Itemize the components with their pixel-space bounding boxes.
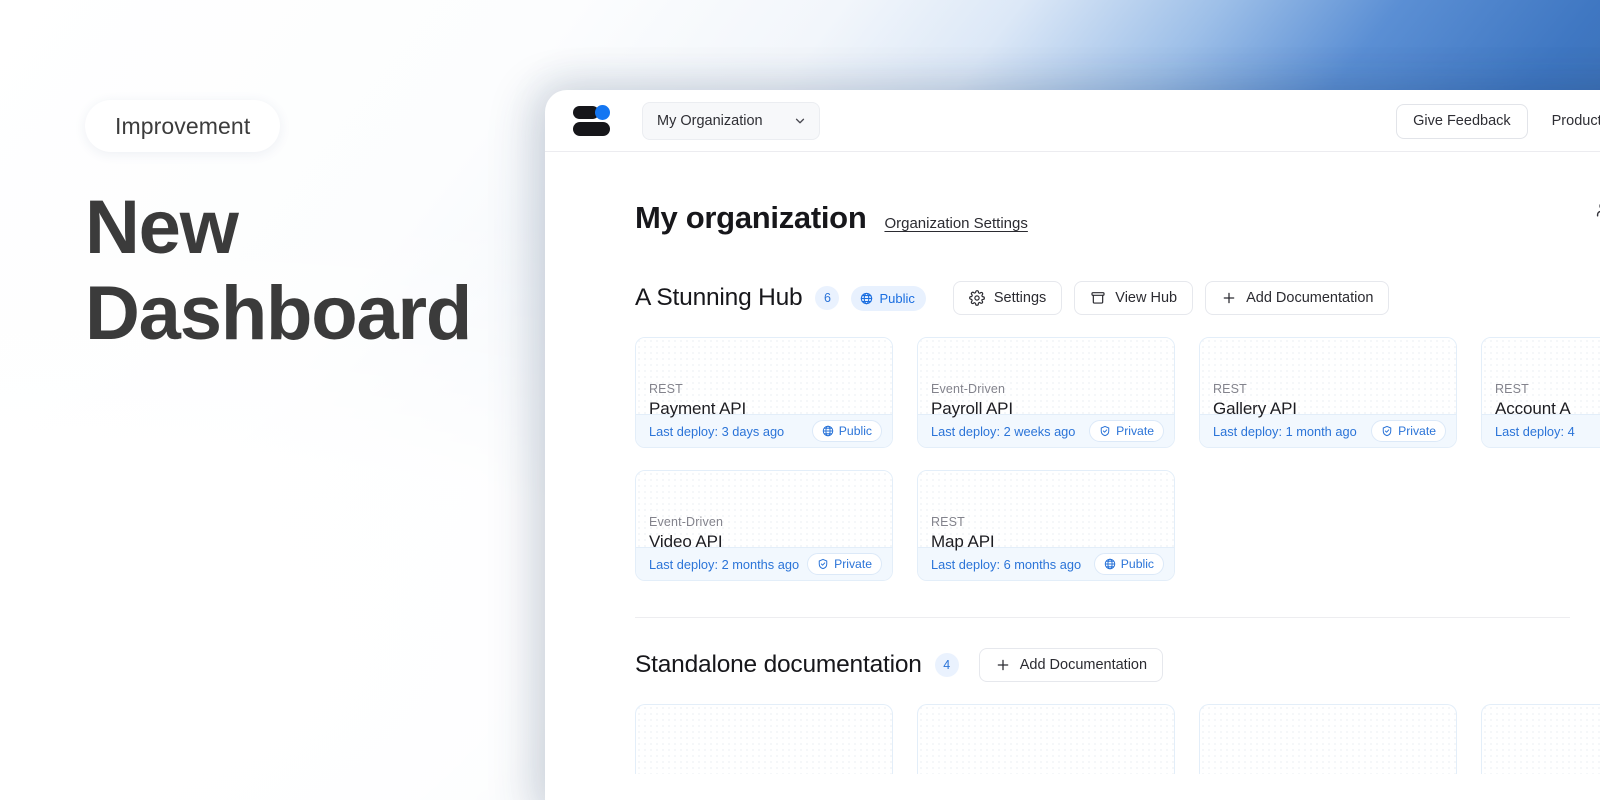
- api-card[interactable]: REST Gallery API Last deploy: 1 month ag…: [1199, 337, 1457, 448]
- api-card-deploy: Last deploy: 4: [1495, 424, 1575, 439]
- standalone-add-documentation-label: Add Documentation: [1020, 657, 1147, 673]
- api-card-kind: Event-Driven: [931, 382, 1174, 396]
- hub-action-buttons: Settings View Hub Add Documentation: [953, 281, 1390, 315]
- api-card[interactable]: REST Payment API Last deploy: 3 days ago…: [635, 337, 893, 448]
- api-card-visibility-label: Private: [1116, 424, 1154, 438]
- api-card-visibility-badge: Public: [1094, 553, 1164, 575]
- promo-headline: New Dashboard: [85, 185, 515, 357]
- globe-icon: [860, 292, 873, 305]
- standalone-action-buttons: Add Documentation: [979, 648, 1163, 682]
- api-card-visibility-label: Public: [839, 424, 872, 438]
- api-card[interactable]: Event-Driven Payroll API Last deploy: 2 …: [917, 337, 1175, 448]
- shield-check-icon: [1099, 425, 1111, 437]
- standalone-count-badge: 4: [935, 653, 959, 677]
- hub-visibility-badge: Public: [851, 286, 925, 311]
- plus-icon: [1221, 290, 1237, 306]
- api-card-kind: REST: [649, 382, 892, 396]
- view-hub-label: View Hub: [1115, 290, 1177, 306]
- plus-icon: [995, 657, 1011, 673]
- promo-panel: Improvement New Dashboard: [85, 100, 515, 357]
- section-divider: [635, 617, 1570, 618]
- app-topbar: My Organization Give Feedback Product up…: [545, 90, 1600, 152]
- api-card-kind: Event-Driven: [649, 515, 892, 529]
- globe-icon: [1104, 558, 1116, 570]
- api-card-visibility-badge: Private: [1371, 420, 1446, 442]
- app-window: My Organization Give Feedback Product up…: [545, 90, 1600, 800]
- globe-icon: [822, 425, 834, 437]
- organization-selector[interactable]: My Organization: [642, 102, 820, 140]
- api-card-visibility-badge: Private: [1089, 420, 1164, 442]
- api-card-deploy: Last deploy: 6 months ago: [931, 557, 1081, 572]
- hub-card-row-1: REST Payment API Last deploy: 3 days ago…: [635, 337, 1600, 448]
- hub-card-row-2: Event-Driven Video API Last deploy: 2 mo…: [635, 470, 1600, 581]
- api-card-deploy: Last deploy: 2 weeks ago: [931, 424, 1075, 439]
- api-card[interactable]: REST Account A Last deploy: 4: [1481, 337, 1600, 448]
- api-card-body: REST Payment API: [636, 338, 892, 414]
- api-card-deploy: Last deploy: 3 days ago: [649, 424, 784, 439]
- improvement-badge: Improvement: [85, 100, 280, 152]
- documentation-card[interactable]: [1199, 704, 1457, 774]
- organization-selector-label: My Organization: [657, 113, 763, 129]
- topbar-actions: Give Feedback Product update: [1396, 90, 1600, 152]
- api-card-kind: REST: [1213, 382, 1456, 396]
- organization-settings-link[interactable]: Organization Settings: [884, 215, 1027, 232]
- api-card[interactable]: Event-Driven Video API Last deploy: 2 mo…: [635, 470, 893, 581]
- main-content: My organization Organization Settings In…: [545, 152, 1600, 800]
- hub-section-header: A Stunning Hub 6 Public Settings: [635, 281, 1600, 315]
- api-card-deploy: Last deploy: 2 months ago: [649, 557, 799, 572]
- api-card-visibility-label: Private: [1398, 424, 1436, 438]
- api-card-visibility-label: Public: [1121, 557, 1154, 571]
- hub-settings-button[interactable]: Settings: [953, 281, 1062, 315]
- invite-button[interactable]: Invite: [1596, 200, 1600, 219]
- standalone-card-row: [635, 704, 1600, 774]
- logo-dot: [595, 105, 610, 120]
- documentation-card[interactable]: [635, 704, 893, 774]
- api-card-visibility-badge: Private: [807, 553, 882, 575]
- hub-add-documentation-button[interactable]: Add Documentation: [1205, 281, 1389, 315]
- hub-count-badge: 6: [815, 286, 839, 310]
- api-card-visibility-badge: Public: [812, 420, 882, 442]
- shield-check-icon: [817, 558, 829, 570]
- api-card-body: Event-Driven Payroll API: [918, 338, 1174, 414]
- page-title: My organization: [635, 200, 866, 236]
- user-plus-icon: [1596, 200, 1600, 219]
- api-card-body: Event-Driven Video API: [636, 471, 892, 547]
- standalone-section-header: Standalone documentation 4 Add Documenta…: [635, 648, 1600, 682]
- api-card-body: REST Gallery API: [1200, 338, 1456, 414]
- hub-title: A Stunning Hub: [635, 284, 802, 312]
- promo-headline-line1: New: [85, 185, 515, 271]
- hub-add-documentation-label: Add Documentation: [1246, 290, 1373, 306]
- api-card[interactable]: REST Map API Last deploy: 6 months ago P…: [917, 470, 1175, 581]
- archive-box-icon: [1090, 290, 1106, 306]
- promo-headline-line2: Dashboard: [85, 271, 515, 357]
- documentation-card[interactable]: [917, 704, 1175, 774]
- shield-check-icon: [1381, 425, 1393, 437]
- api-card-kind: REST: [1495, 382, 1600, 396]
- logo-bar-bottom: [573, 122, 610, 136]
- api-card-deploy: Last deploy: 1 month ago: [1213, 424, 1357, 439]
- api-card-body: REST Map API: [918, 471, 1174, 547]
- hub-settings-label: Settings: [994, 290, 1046, 306]
- product-update-link[interactable]: Product update: [1552, 113, 1600, 129]
- api-card-kind: REST: [931, 515, 1174, 529]
- page-header: My organization Organization Settings: [635, 200, 1600, 236]
- standalone-title: Standalone documentation: [635, 651, 922, 679]
- api-card-body: REST Account A: [1482, 338, 1600, 414]
- documentation-card[interactable]: [1481, 704, 1600, 774]
- standalone-add-documentation-button[interactable]: Add Documentation: [979, 648, 1163, 682]
- chevron-down-icon: [793, 114, 807, 128]
- give-feedback-button[interactable]: Give Feedback: [1396, 104, 1528, 139]
- brand-logo-icon[interactable]: [573, 104, 609, 138]
- view-hub-button[interactable]: View Hub: [1074, 281, 1193, 315]
- gear-icon: [969, 290, 985, 306]
- hub-visibility-label: Public: [879, 291, 914, 306]
- api-card-visibility-label: Private: [834, 557, 872, 571]
